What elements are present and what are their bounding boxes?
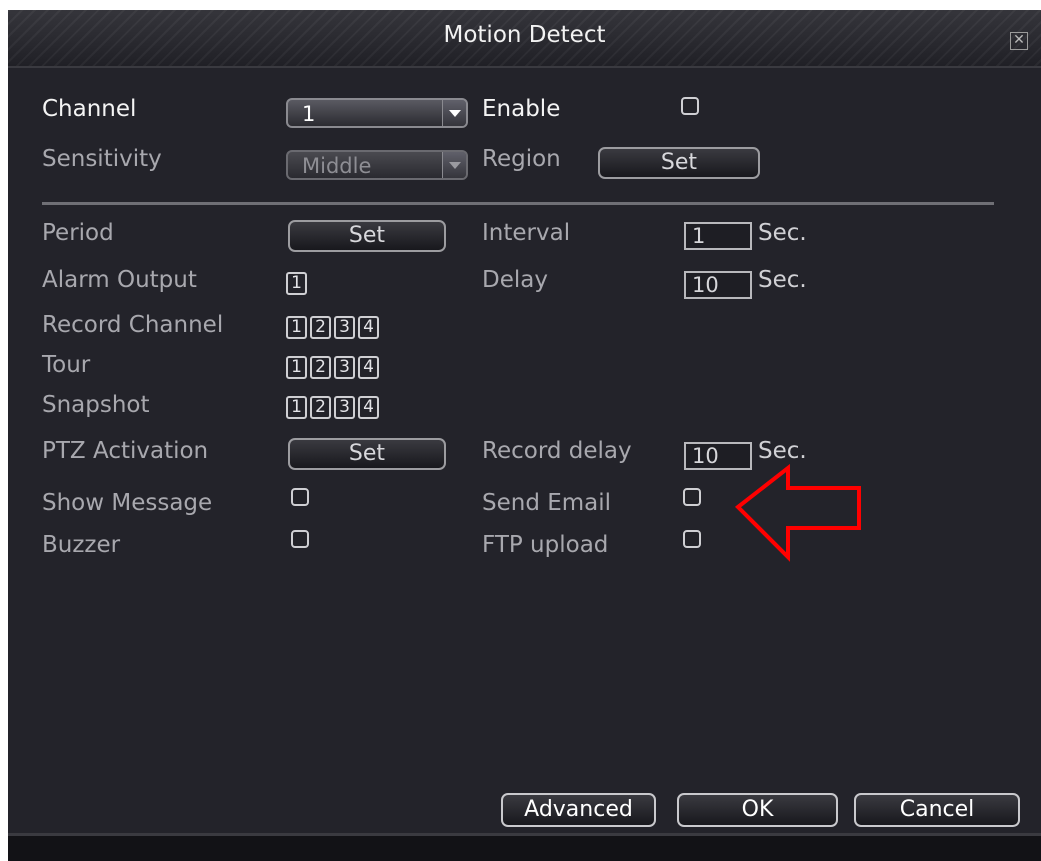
tour-label: Tour	[42, 352, 91, 378]
record-channel-chips: 1 2 3 4	[286, 316, 379, 339]
channel-select[interactable]: 1	[286, 98, 468, 128]
record-channel-chip-3[interactable]: 3	[334, 316, 355, 339]
interval-label: Interval	[482, 220, 571, 246]
ftp-upload-label: FTP upload	[482, 532, 609, 558]
period-set-button[interactable]: Set	[288, 220, 446, 252]
ptz-activation-set-button[interactable]: Set	[288, 438, 446, 470]
section-divider	[42, 202, 994, 205]
enable-label: Enable	[482, 96, 561, 122]
region-label: Region	[482, 146, 561, 172]
sensitivity-select[interactable]: Middle	[286, 150, 468, 180]
record-channel-chip-1[interactable]: 1	[286, 316, 307, 339]
chevron-down-icon[interactable]	[442, 152, 466, 178]
ptz-activation-label: PTZ Activation	[42, 438, 209, 464]
interval-unit: Sec.	[758, 220, 807, 246]
sensitivity-select-value: Middle	[302, 154, 372, 178]
tour-chip-2[interactable]: 2	[310, 356, 331, 379]
snapshot-chips: 1 2 3 4	[286, 396, 379, 419]
sensitivity-label: Sensitivity	[42, 146, 162, 172]
channel-select-value: 1	[302, 102, 316, 126]
buzzer-checkbox[interactable]	[291, 530, 309, 548]
snapshot-chip-3[interactable]: 3	[334, 396, 355, 419]
delay-unit: Sec.	[758, 267, 807, 293]
channel-label: Channel	[42, 96, 137, 122]
tour-chips: 1 2 3 4	[286, 356, 379, 379]
snapshot-chip-4[interactable]: 4	[358, 396, 379, 419]
motion-detect-window: Motion Detect ✕ Channel 1 Enable Sensiti…	[8, 10, 1041, 861]
snapshot-chip-1[interactable]: 1	[286, 396, 307, 419]
region-set-button[interactable]: Set	[598, 147, 760, 179]
show-message-checkbox[interactable]	[291, 488, 309, 506]
snapshot-chip-2[interactable]: 2	[310, 396, 331, 419]
alarm-output-channels: 1	[286, 272, 307, 295]
advanced-button[interactable]: Advanced	[501, 793, 656, 827]
record-channel-chip-2[interactable]: 2	[310, 316, 331, 339]
bottom-strip	[8, 833, 1041, 861]
interval-input[interactable]: 1	[684, 222, 752, 250]
send-email-label: Send Email	[482, 490, 612, 516]
title-bar: Motion Detect ✕	[8, 10, 1041, 68]
record-delay-unit: Sec.	[758, 438, 807, 464]
window-title: Motion Detect	[443, 22, 606, 48]
arrow-left-icon	[734, 464, 861, 562]
ftp-upload-checkbox[interactable]	[683, 530, 701, 548]
chevron-down-icon[interactable]	[442, 100, 466, 126]
alarm-output-chip[interactable]: 1	[286, 272, 307, 295]
cancel-button[interactable]: Cancel	[854, 793, 1020, 827]
send-email-checkbox[interactable]	[683, 488, 701, 506]
record-channel-chip-4[interactable]: 4	[358, 316, 379, 339]
tour-chip-3[interactable]: 3	[334, 356, 355, 379]
tour-chip-1[interactable]: 1	[286, 356, 307, 379]
close-icon[interactable]: ✕	[1010, 32, 1028, 50]
record-channel-label: Record Channel	[42, 312, 224, 338]
enable-checkbox[interactable]	[681, 97, 699, 115]
alarm-output-label: Alarm Output	[42, 267, 197, 293]
snapshot-label: Snapshot	[42, 392, 150, 418]
delay-label: Delay	[482, 267, 548, 293]
record-delay-label: Record delay	[482, 438, 632, 464]
show-message-label: Show Message	[42, 490, 213, 516]
period-label: Period	[42, 220, 114, 246]
delay-input[interactable]: 10	[684, 271, 752, 299]
buzzer-label: Buzzer	[42, 532, 121, 558]
ok-button[interactable]: OK	[677, 793, 838, 827]
tour-chip-4[interactable]: 4	[358, 356, 379, 379]
